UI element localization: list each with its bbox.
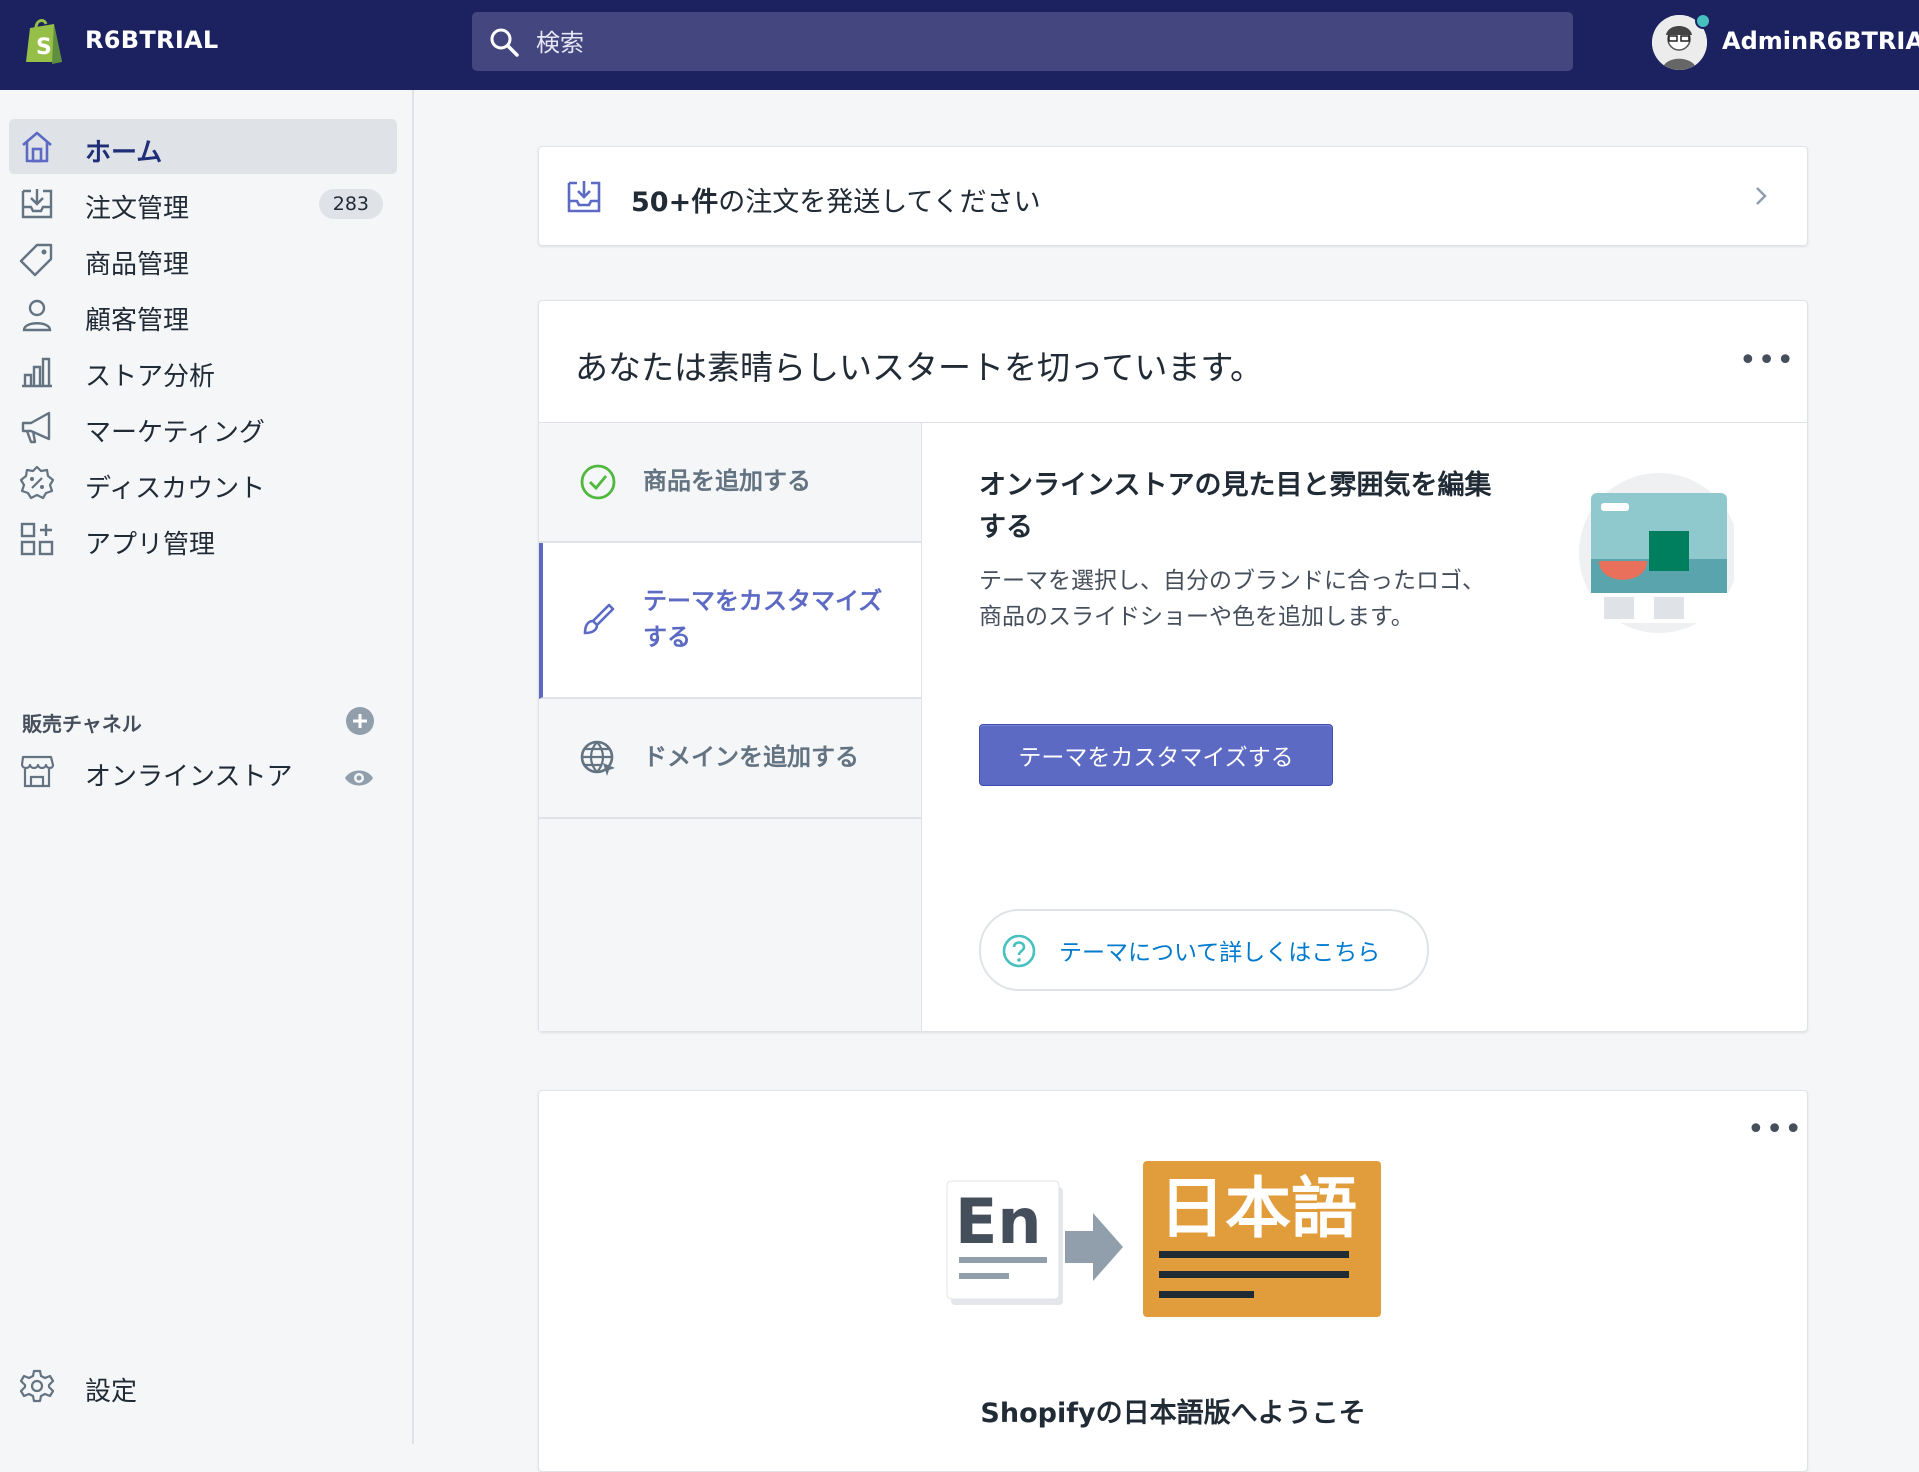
ja-label: 日本語 xyxy=(1159,1170,1357,1247)
setup-guide-title: あなたは素晴らしいスタートを切っています。 xyxy=(575,348,1264,387)
online-status-dot xyxy=(1695,13,1711,29)
tag-icon xyxy=(19,243,53,277)
tab-label: 商品を追加する xyxy=(643,467,811,495)
learn-more-text: テーマについて詳しくはこちら xyxy=(1059,940,1381,966)
tab-add-domain[interactable]: ドメインを追加する xyxy=(539,699,921,819)
search-bar[interactable] xyxy=(472,12,1573,73)
fulfill-orders-banner[interactable]: 50+件の注文を発送してください xyxy=(538,146,1808,246)
tab-label: ドメインを追加する xyxy=(643,743,859,771)
svg-text:S: S xyxy=(36,35,52,60)
apps-icon xyxy=(20,522,54,556)
gear-icon xyxy=(19,1369,55,1403)
store-name[interactable]: R6BTRIAL xyxy=(85,26,219,54)
home-icon xyxy=(22,131,52,163)
panel-description: テーマを選択し、自分のブランドに合ったロゴ、商品のスライドショーや色を追加します… xyxy=(979,568,1485,630)
top-bar: S R6BTRIAL AdminR6BTRIAL xyxy=(0,0,1919,90)
sidebar-item-products[interactable]: 商品管理 xyxy=(9,231,397,286)
sidebar-item-discounts[interactable]: ディスカウント xyxy=(9,455,397,510)
sidebar-item-home[interactable]: ホーム xyxy=(9,119,397,174)
order-count: 50+件 xyxy=(631,187,719,218)
orders-icon xyxy=(21,189,53,219)
discount-icon xyxy=(19,465,55,500)
sidebar-item-label: 顧客管理 xyxy=(85,306,190,336)
more-options-icon[interactable]: ••• xyxy=(1747,1115,1802,1145)
tab-label: テーマをカスタマイズする xyxy=(643,587,883,651)
fulfill-orders-text: 50+件の注文を発送してください xyxy=(631,180,1041,219)
sales-channels-heading: 販売チャネル xyxy=(22,712,142,736)
sidebar-item-orders[interactable]: 注文管理 283 xyxy=(9,175,397,230)
tab-add-product[interactable]: 商品を追加する xyxy=(539,423,921,543)
search-icon xyxy=(490,28,519,57)
tab-customize-theme[interactable]: テーマをカスタマイズする xyxy=(539,543,921,699)
sidebar-item-label: アプリ管理 xyxy=(85,530,216,560)
en-label: En xyxy=(955,1185,1042,1258)
sidebar-item-label: ホーム xyxy=(85,138,163,168)
add-channel-icon[interactable] xyxy=(345,706,375,736)
customer-icon xyxy=(22,299,52,332)
welcome-card: ••• En 日本語 Shopifyの日本語版へようこそ xyxy=(538,1090,1808,1472)
sidebar-item-label: マーケティング xyxy=(85,418,265,448)
sidebar-item-label: 設定 xyxy=(85,1377,138,1407)
analytics-icon xyxy=(22,357,52,388)
sidebar: ホーム 注文管理 283 商品管理 顧客管理 ストア分析 マーケティング ディス… xyxy=(0,90,414,1444)
sidebar-item-customers[interactable]: 顧客管理 xyxy=(9,287,397,342)
sidebar-item-online-store[interactable]: オンラインストア xyxy=(9,743,397,798)
chevron-right-icon xyxy=(1756,187,1767,205)
setup-guide-card: あなたは素晴らしいスタートを切っています。 ••• 商品を追加する テーマをカス… xyxy=(538,300,1808,1032)
orders-count-badge: 283 xyxy=(318,189,383,219)
sidebar-item-analytics[interactable]: ストア分析 xyxy=(9,343,397,398)
sidebar-item-label: ディスカウント xyxy=(85,474,266,504)
sidebar-item-marketing[interactable]: マーケティング xyxy=(9,399,397,454)
check-circle-icon xyxy=(580,464,616,500)
theme-illustration-icon xyxy=(1579,473,1734,633)
sidebar-item-label: 商品管理 xyxy=(85,250,190,280)
setup-tabs: 商品を追加する テーマをカスタマイズする ドメインを追加する xyxy=(539,423,922,1031)
welcome-title: Shopifyの日本語版へようこそ xyxy=(980,1398,1366,1429)
panel-title: オンラインストアの見た目と雰囲気を編集する xyxy=(979,470,1492,543)
globe-icon xyxy=(580,740,615,776)
sidebar-item-label: ストア分析 xyxy=(85,362,216,392)
sidebar-item-label: オンラインストア xyxy=(85,762,293,792)
search-input[interactable] xyxy=(534,12,1438,73)
orders-icon xyxy=(567,181,601,213)
more-options-icon[interactable]: ••• xyxy=(1739,346,1794,376)
fulfill-orders-message: の注文を発送してください xyxy=(718,187,1041,218)
paintbrush-icon xyxy=(583,603,615,635)
eye-icon[interactable] xyxy=(343,762,375,794)
sidebar-item-label: 注文管理 xyxy=(85,194,190,224)
learn-more-link[interactable]: テーマについて詳しくはこちら xyxy=(979,909,1429,991)
sidebar-item-settings[interactable]: 設定 xyxy=(9,1358,397,1413)
help-circle-icon xyxy=(1002,934,1036,968)
username[interactable]: AdminR6BTRIAL xyxy=(1722,27,1919,55)
language-switch-illustration: En 日本語 xyxy=(946,1161,1381,1317)
shopify-logo-icon[interactable]: S xyxy=(22,16,66,66)
megaphone-icon xyxy=(21,411,51,444)
store-icon xyxy=(20,755,55,788)
sidebar-item-apps[interactable]: アプリ管理 xyxy=(9,511,397,566)
customize-theme-button[interactable]: テーマをカスタマイズする xyxy=(979,724,1333,786)
